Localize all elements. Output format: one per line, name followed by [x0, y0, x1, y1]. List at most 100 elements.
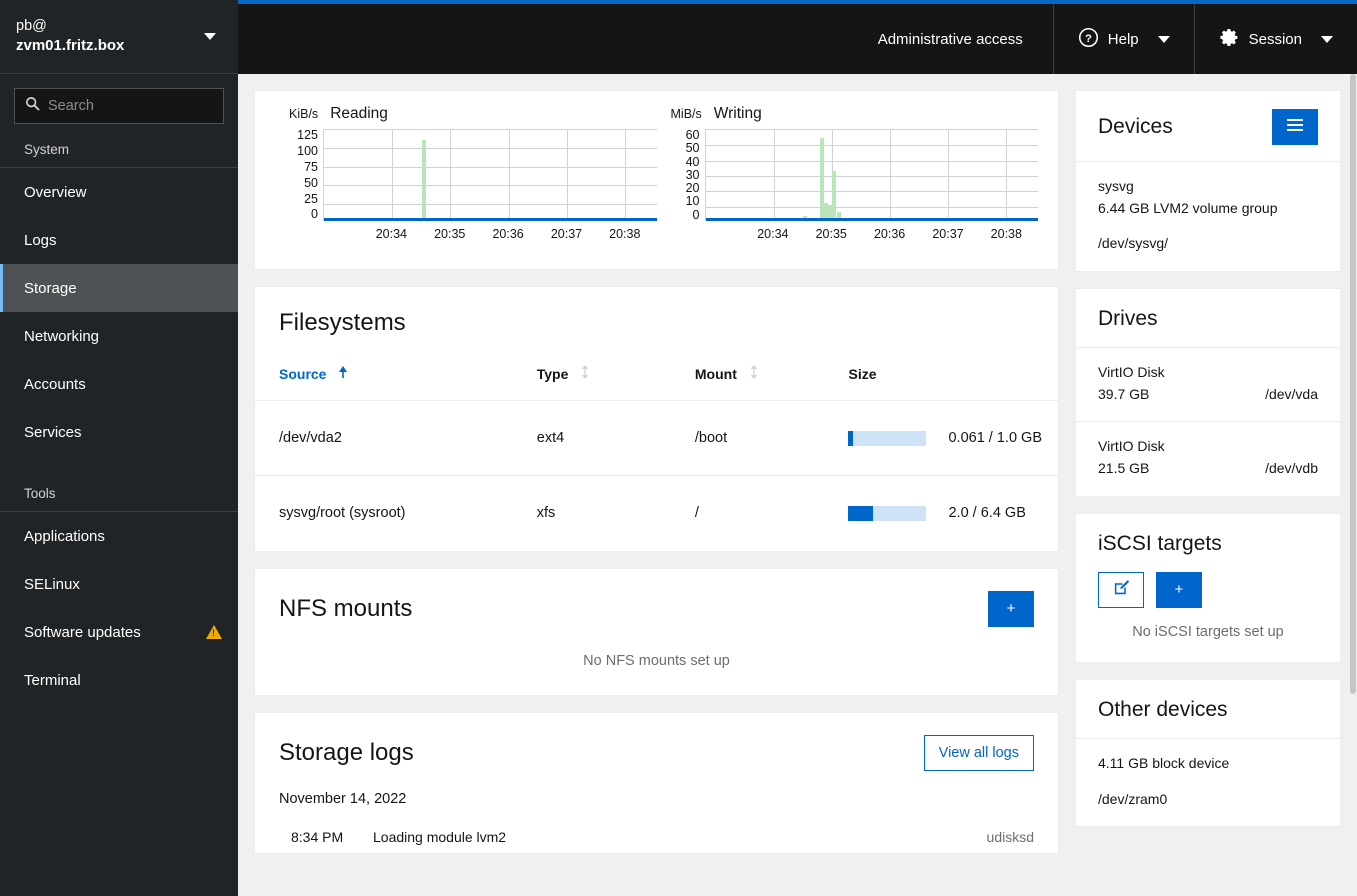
cell-source: /dev/vda2	[255, 400, 513, 476]
column-label: Size	[848, 365, 877, 382]
x-tick: 20:34	[757, 227, 789, 241]
column-label: Source	[279, 365, 327, 382]
y-tick: 100	[297, 143, 318, 158]
other-device-path: /dev/zram0	[1098, 790, 1168, 807]
add-nfs-mount-button[interactable]: +	[988, 590, 1034, 627]
gridline	[705, 160, 1038, 162]
sort-icon[interactable]	[749, 365, 759, 382]
other-device-item[interactable]: 4.11 GB block device /dev/zram0	[1076, 737, 1340, 826]
usage-bar-fill	[848, 505, 873, 521]
administrative-access-label: Administrative access	[854, 4, 1053, 74]
x-gridline	[508, 130, 510, 221]
column-header-type[interactable]: Type	[513, 357, 671, 401]
log-entry[interactable]: 8:34 PM Loading module lvm2 udisksd	[255, 821, 1058, 853]
column-header-mount[interactable]: Mount	[671, 357, 825, 401]
drive-item[interactable]: VirtIO Disk 39.7 GB /dev/vda	[1076, 347, 1340, 421]
x-gridline	[566, 130, 568, 221]
search-input[interactable]	[48, 89, 223, 123]
gridline	[705, 191, 1038, 193]
drive-path: /dev/vdb	[1265, 460, 1318, 477]
writing-chart: MiB/s Writing 60 50 40 30 20 10 0 20:34 …	[657, 105, 1039, 243]
y-tick: 0	[692, 207, 700, 222]
sidebar-item-software-updates[interactable]: Software updates	[0, 608, 238, 656]
search-box[interactable]	[14, 88, 224, 124]
drives-header: Drives	[1076, 289, 1340, 347]
writing-x-axis: 20:34 20:35 20:36 20:37 20:38	[705, 221, 1039, 243]
sidebar-item-logs[interactable]: Logs	[0, 216, 238, 264]
view-all-logs-button[interactable]: View all logs	[923, 734, 1034, 771]
reading-chart-body: 125 100 75 50 25 0	[289, 129, 657, 221]
y-tick: 60	[685, 128, 700, 142]
x-tick: 20:36	[492, 227, 524, 241]
sidebar-item-services[interactable]: Services	[0, 408, 238, 456]
gridline	[705, 145, 1038, 147]
filesystems-table-head: Source Type Mount Size	[255, 357, 1058, 401]
sort-asc-icon[interactable]	[338, 365, 348, 382]
page-scrollbar[interactable]	[1350, 74, 1357, 896]
storage-logs-header: Storage logs View all logs	[255, 713, 1058, 791]
iscsi-actions: +	[1076, 571, 1340, 622]
devices-menu-button[interactable]	[1272, 109, 1318, 145]
sidebar-item-label: Accounts	[24, 375, 86, 393]
usage-bar-fill	[848, 430, 854, 446]
sidebar-item-label: Logs	[24, 231, 57, 249]
y-tick: 25	[304, 191, 318, 206]
cell-type: ext4	[512, 400, 671, 476]
nav-group-title-system: System	[24, 142, 70, 157]
device-description: 6.44 GB LVM2 volume group	[1098, 199, 1278, 216]
table-row[interactable]: /dev/vda2 ext4 /boot 0.061 / 1.0 GB	[255, 400, 1058, 476]
gridline	[324, 203, 657, 205]
reading-x-axis: 20:34 20:35 20:36 20:37 20:38	[323, 221, 657, 243]
sidebar-item-storage[interactable]: Storage	[0, 264, 238, 312]
iscsi-header: iSCSI targets	[1076, 514, 1340, 572]
content-area: KiB/s Reading 125 100 75 50 25 0 20:34 2…	[238, 74, 1357, 896]
help-circle-icon: ?	[1078, 27, 1099, 52]
drive-item[interactable]: VirtIO Disk 21.5 GB /dev/vdb	[1076, 421, 1340, 495]
table-row[interactable]: sysvg/root (sysroot) xfs / 2.0 / 6.4 GB	[255, 475, 1058, 551]
cell-source: sysvg/root (sysroot)	[255, 475, 513, 551]
cockpit-console: pb@ zvm01.fritz.box System Overview	[0, 0, 1357, 896]
gridline	[324, 148, 657, 150]
sidebar-item-label: SELinux	[24, 575, 80, 593]
nfs-mounts-card: NFS mounts + No NFS mounts set up	[254, 567, 1059, 696]
session-label: Session	[1248, 30, 1302, 48]
admin-access-text: Administrative access	[877, 30, 1023, 48]
x-tick: 20:37	[932, 227, 964, 241]
reading-chart-header: KiB/s Reading	[289, 105, 657, 123]
io-charts-card: KiB/s Reading 125 100 75 50 25 0 20:34 2…	[254, 90, 1059, 270]
x-tick: 20:34	[375, 227, 407, 241]
help-menu-button[interactable]: ? Help	[1052, 4, 1194, 74]
x-tick: 20:35	[434, 227, 466, 241]
column-header-source[interactable]: Source	[255, 357, 513, 401]
sort-icon[interactable]	[580, 365, 590, 382]
page-scrollbar-thumb[interactable]	[1350, 74, 1356, 694]
host-switcher[interactable]: pb@ zvm01.fritz.box	[0, 0, 238, 74]
device-item[interactable]: sysvg 6.44 GB LVM2 volume group /dev/sys…	[1076, 161, 1340, 271]
sidebar-item-applications[interactable]: Applications	[0, 512, 238, 560]
sidebar-item-accounts[interactable]: Accounts	[0, 360, 238, 408]
cell-size: 2.0 / 6.4 GB	[824, 475, 1058, 551]
edit-iscsi-button[interactable]	[1098, 571, 1144, 608]
x-tick: 20:38	[990, 227, 1022, 241]
nfs-empty-text: No NFS mounts set up	[583, 652, 730, 669]
sidebar-item-networking[interactable]: Networking	[0, 312, 238, 360]
iscsi-empty-text: No iSCSI targets set up	[1132, 623, 1284, 640]
cell-mount: /boot	[670, 400, 825, 476]
x-gridline	[450, 130, 452, 221]
device-name: sysvg	[1098, 178, 1134, 194]
gridline	[705, 206, 1038, 208]
hamburger-icon	[1287, 118, 1303, 136]
reading-chart-unit: KiB/s	[289, 107, 319, 121]
caret-down-icon	[204, 33, 216, 40]
add-iscsi-button[interactable]: +	[1156, 571, 1202, 608]
devices-card: Devices sysvg 6.44 GB LVM2 volume group …	[1075, 90, 1341, 273]
column-header-size: Size	[824, 357, 1058, 401]
reading-plot	[323, 129, 657, 221]
x-tick: 20:37	[550, 227, 583, 241]
sidebar-item-selinux[interactable]: SELinux	[0, 560, 238, 608]
sidebar-item-overview[interactable]: Overview	[0, 168, 238, 216]
session-menu-button[interactable]: Session	[1193, 4, 1357, 74]
column-label: Type	[536, 365, 569, 382]
storage-logs-title: Storage logs	[279, 738, 414, 766]
sidebar-item-terminal[interactable]: Terminal	[0, 656, 238, 704]
